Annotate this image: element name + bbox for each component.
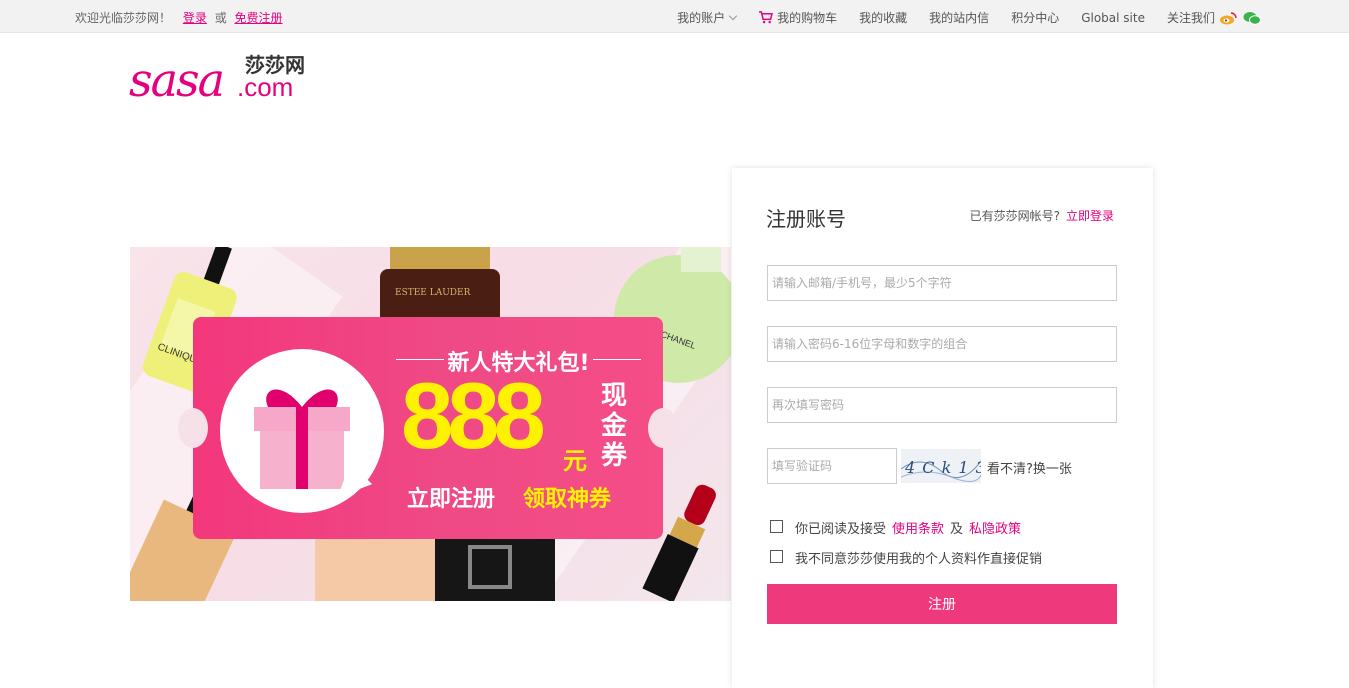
- logo-brand-text: sasa: [129, 53, 223, 102]
- cart-icon: [759, 11, 774, 24]
- and-text: 及: [950, 522, 964, 537]
- register-submit-button[interactable]: 注册: [767, 584, 1117, 624]
- my-messages-link[interactable]: 我的站内信: [929, 9, 989, 26]
- wechat-icon[interactable]: [1243, 11, 1261, 25]
- refresh-captcha-link[interactable]: 看不清?换一张: [987, 458, 1072, 477]
- logo-cn-text: 莎莎网: [245, 53, 305, 77]
- social-icons: [1219, 11, 1261, 25]
- register-now-cta: 立即注册: [407, 487, 496, 512]
- login-link[interactable]: 登录: [183, 11, 207, 25]
- my-cart-label: 我的购物车: [777, 11, 838, 25]
- has-account-area: 已有莎莎网帐号? 立即登录: [970, 207, 1114, 224]
- welcome-area: 欢迎光临莎莎网！ 登录 或 免费注册: [75, 9, 283, 26]
- privacy-link[interactable]: 私隐政策: [969, 522, 1021, 537]
- my-favorites-label: 我的收藏: [859, 11, 908, 25]
- my-account-menu[interactable]: 我的账户: [677, 9, 738, 26]
- or-text: 或: [214, 11, 227, 25]
- coupon-ticket: 新人特大礼包! 888 元 现金券 立即注册 领取神券: [178, 317, 678, 539]
- global-site-link[interactable]: Global site: [1081, 9, 1145, 26]
- agree-terms-label: 你已阅读及接受 使用条款及私隐政策: [795, 518, 1027, 537]
- my-favorites-link[interactable]: 我的收藏: [859, 9, 907, 26]
- confirm-password-input[interactable]: [767, 387, 1117, 423]
- login-now-link[interactable]: 立即登录: [1066, 209, 1114, 223]
- no-promo-label: 我不同意莎莎使用我的个人资料作直接促销: [795, 552, 1043, 567]
- top-nav: 我的账户 我的购物车 我的收藏 我的站内信 积分中心 Global site 关…: [655, 9, 1261, 26]
- claim-coupon-cta: 领取神券: [523, 487, 612, 512]
- points-center-label: 积分中心: [1011, 11, 1060, 25]
- top-bar: 欢迎光临莎莎网！ 登录 或 免费注册 我的账户 我的购物车 我的收藏 我的站内信…: [0, 0, 1349, 33]
- coupon-unit: 元: [563, 447, 587, 475]
- estee-lauder-jar-image: ESTEE LAUDER: [380, 247, 500, 327]
- captcha-text: 4 C k 1 3: [904, 458, 981, 477]
- estee-label: ESTEE LAUDER: [395, 288, 471, 298]
- my-cart-link[interactable]: 我的购物车: [758, 9, 837, 26]
- username-input[interactable]: [767, 265, 1117, 301]
- agree-terms-checkbox[interactable]: [770, 520, 783, 533]
- points-center-link[interactable]: 积分中心: [1011, 9, 1059, 26]
- captcha-image[interactable]: 4 C k 1 3: [901, 449, 981, 483]
- promo-banner[interactable]: CLINIQUE ESTEE LAUDER CHANEL 新人特大礼包! 888…: [130, 247, 731, 601]
- register-panel: 注册账号 已有莎莎网帐号? 立即登录 4 C k 1 3 看不清?换一张 你已阅读…: [732, 168, 1153, 688]
- cash-coupon-label: 现金券: [601, 381, 628, 471]
- register-title: 注册账号: [766, 207, 846, 231]
- ticket-notch-left: [178, 408, 208, 448]
- has-account-text: 已有莎莎网帐号?: [969, 209, 1060, 223]
- ticket-notch-right: [648, 408, 678, 448]
- global-site-label: Global site: [1081, 10, 1145, 25]
- chevron-down-icon: [728, 11, 738, 21]
- my-account-label: 我的账户: [677, 11, 726, 25]
- no-promo-checkbox[interactable]: [770, 550, 783, 563]
- follow-us: 关注我们: [1167, 9, 1261, 26]
- weibo-icon[interactable]: [1219, 11, 1237, 25]
- my-messages-label: 我的站内信: [929, 11, 990, 25]
- captcha-graphic: 4 C k 1 3: [901, 458, 981, 482]
- agree-prefix-text: 你已阅读及接受: [795, 522, 887, 537]
- password-input[interactable]: [767, 326, 1117, 362]
- follow-us-label: 关注我们: [1166, 11, 1215, 25]
- terms-link[interactable]: 使用条款: [892, 522, 944, 537]
- free-register-link[interactable]: 免费注册: [235, 11, 283, 25]
- coupon-amount: 888: [401, 363, 546, 468]
- captcha-input[interactable]: [767, 448, 897, 484]
- welcome-text: 欢迎光临莎莎网！: [75, 11, 172, 25]
- sasa-logo-graphic: sasa .com 莎莎网: [129, 53, 305, 107]
- sasa-logo[interactable]: sasa .com 莎莎网: [129, 52, 314, 107]
